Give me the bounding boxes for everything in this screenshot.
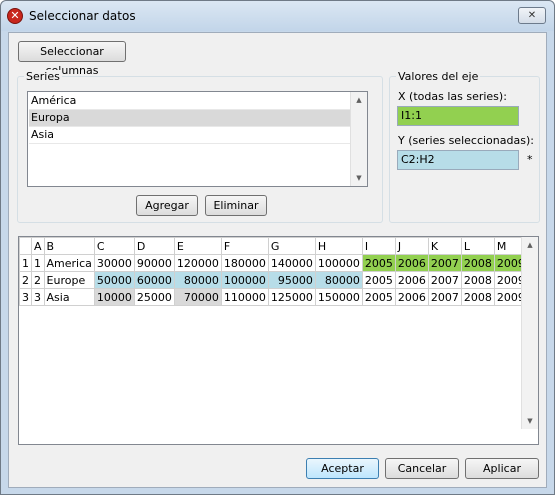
scroll-down-icon[interactable]: ▼ — [522, 413, 538, 429]
column-header[interactable]: E — [173, 237, 222, 255]
series-scrollbar[interactable]: ▲ ▼ — [350, 92, 367, 186]
apply-button[interactable]: Aplicar — [465, 458, 539, 479]
grid-cell[interactable]: 2008 — [460, 288, 495, 306]
grid-vertical-scrollbar[interactable]: ▲ ▼ — [521, 237, 538, 429]
series-item[interactable]: Europa — [29, 110, 351, 127]
grid-cell[interactable]: 2008 — [460, 271, 495, 289]
dialog-window: ✕ Seleccionar datos ✕ Seleccionar column… — [0, 0, 555, 495]
series-list[interactable]: América Europa Asia ▲ ▼ — [27, 91, 368, 187]
select-columns-button[interactable]: Seleccionar columnas — [18, 41, 126, 77]
x-axis-label: X (todas las series): — [398, 90, 507, 103]
column-header[interactable]: C — [93, 237, 135, 255]
grid-cell[interactable]: 150000 — [314, 288, 363, 306]
row-header[interactable]: 1 — [19, 254, 32, 272]
grid-cell[interactable]: Asia — [43, 288, 95, 306]
grid-cell[interactable]: 120000 — [173, 254, 222, 272]
grid-cell[interactable]: 125000 — [267, 288, 316, 306]
grid-cell[interactable]: Europe — [43, 271, 95, 289]
y-axis-label: Y (series seleccionadas): — [398, 134, 534, 147]
grid-cell[interactable]: 2007 — [427, 254, 462, 272]
series-label: Series — [24, 70, 62, 83]
column-header[interactable]: H — [314, 237, 363, 255]
grid-cell[interactable]: 2007 — [427, 271, 462, 289]
grid-cell[interactable]: 90000 — [133, 254, 175, 272]
column-header[interactable]: D — [133, 237, 175, 255]
close-button[interactable]: ✕ — [518, 7, 546, 24]
grid-cell[interactable]: 1 — [31, 254, 45, 272]
grid-cell[interactable]: 2005 — [361, 288, 396, 306]
grid-cell[interactable]: 110000 — [220, 288, 269, 306]
dialog-body: Seleccionar columnas Series América Europ… — [8, 32, 547, 488]
column-header[interactable]: A — [31, 237, 45, 255]
grid-cell[interactable]: 80000 — [314, 271, 363, 289]
remove-series-button[interactable]: Eliminar — [205, 195, 267, 216]
column-header[interactable]: B — [43, 237, 95, 255]
scroll-up-icon[interactable]: ▲ — [522, 237, 538, 253]
grid-cell[interactable]: 2007 — [427, 288, 462, 306]
grid-cell[interactable]: 50000 — [93, 271, 135, 289]
column-header[interactable]: J — [394, 237, 429, 255]
grid-cell[interactable]: 80000 — [173, 271, 222, 289]
column-header[interactable]: G — [267, 237, 316, 255]
cancel-button[interactable]: Cancelar — [385, 458, 459, 479]
grid-cell[interactable]: 2006 — [394, 288, 429, 306]
grid-cell[interactable]: 3 — [31, 288, 45, 306]
row-header[interactable]: 2 — [19, 271, 32, 289]
grid-cell[interactable]: 2 — [31, 271, 45, 289]
grid-cell[interactable]: 2005 — [361, 271, 396, 289]
grid-table: ABCDEFGHIJKLMN11America30000900001200001… — [19, 237, 538, 306]
column-header[interactable] — [19, 237, 32, 255]
column-header[interactable]: L — [460, 237, 495, 255]
ok-button[interactable]: Aceptar — [306, 458, 379, 479]
grid-cell[interactable]: 70000 — [173, 288, 222, 306]
table-row: 2 2 Europe 50000 60000 80000 100000 95000 80000 2… — [19, 271, 538, 289]
y-axis-range-field[interactable]: C2:H2 — [397, 150, 519, 170]
column-header[interactable]: F — [220, 237, 269, 255]
title-bar: ✕ Seleccionar datos ✕ — [1, 1, 554, 31]
axis-values-label: Valores del eje — [396, 70, 481, 83]
grid-cell[interactable]: 2008 — [460, 254, 495, 272]
grid-cell[interactable]: 140000 — [267, 254, 316, 272]
grid-cell[interactable]: 25000 — [133, 288, 175, 306]
column-header[interactable]: I — [361, 237, 396, 255]
add-series-button[interactable]: Agregar — [136, 195, 198, 216]
series-item[interactable]: América — [29, 93, 351, 110]
series-group: Series América Europa Asia ▲ ▼ Agregar Eli… — [17, 70, 383, 223]
series-item[interactable]: Asia — [29, 127, 351, 144]
grid-cell[interactable]: 100000 — [314, 254, 363, 272]
app-icon: ✕ — [7, 8, 23, 24]
window-title: Seleccionar datos — [29, 9, 136, 23]
y-axis-marker: * — [527, 153, 533, 166]
grid-cell[interactable]: 60000 — [133, 271, 175, 289]
data-grid[interactable]: ABCDEFGHIJKLMN11America30000900001200001… — [18, 236, 539, 445]
axis-values-group: Valores del eje X (todas las series): I1… — [389, 70, 540, 223]
grid-cell[interactable]: America — [43, 254, 95, 272]
row-header[interactable]: 3 — [19, 288, 32, 306]
grid-cell[interactable]: 30000 — [93, 254, 135, 272]
grid-cell[interactable]: 100000 — [220, 271, 269, 289]
grid-cell[interactable]: 2005 — [361, 254, 396, 272]
column-header[interactable]: K — [427, 237, 462, 255]
grid-cell[interactable]: 10000 — [93, 288, 135, 306]
grid-cell[interactable]: 95000 — [267, 271, 316, 289]
x-axis-range-field[interactable]: I1:1 — [397, 106, 519, 126]
grid-cell[interactable]: 2006 — [394, 254, 429, 272]
table-row: 1 1 America 30000 90000 120000 180000 140000 100… — [19, 254, 538, 272]
grid-cell[interactable]: 2006 — [394, 271, 429, 289]
scroll-down-icon[interactable]: ▼ — [351, 170, 367, 186]
table-row: 3 3 Asia 10000 25000 70000 110000 125000 150000 2… — [19, 288, 538, 306]
scroll-up-icon[interactable]: ▲ — [351, 92, 367, 108]
grid-cell[interactable]: 180000 — [220, 254, 269, 272]
